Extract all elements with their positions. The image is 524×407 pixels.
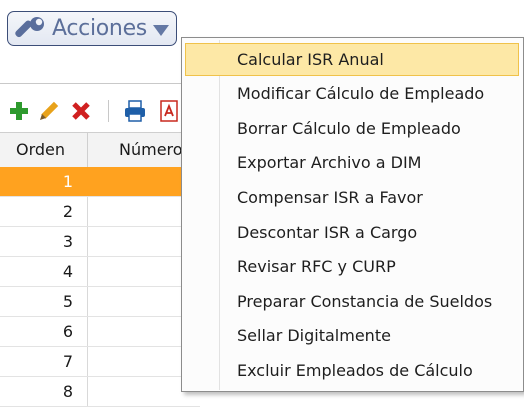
edit-icon[interactable] bbox=[38, 100, 60, 122]
row-order-cell: 3 bbox=[0, 227, 88, 256]
acciones-button[interactable]: Acciones bbox=[7, 11, 177, 46]
menu-item-modificar-calculo[interactable]: Modificar Cálculo de Empleado bbox=[185, 77, 519, 110]
menu-item-exportar-dim[interactable]: Exportar Archivo a DIM bbox=[185, 146, 519, 179]
column-header-numero[interactable]: Número bbox=[88, 133, 183, 167]
table-row[interactable]: 7 bbox=[0, 347, 200, 377]
acciones-label: Acciones bbox=[52, 16, 147, 41]
menu-item-borrar-calculo[interactable]: Borrar Cálculo de Empleado bbox=[185, 112, 519, 145]
menu-item-preparar-constancia[interactable]: Preparar Constancia de Sueldos bbox=[185, 285, 519, 318]
table-row[interactable]: 2 bbox=[0, 197, 200, 227]
add-icon[interactable] bbox=[8, 100, 30, 122]
table-row[interactable]: 6 bbox=[0, 317, 200, 347]
row-order-cell: 2 bbox=[0, 197, 88, 226]
table-row[interactable]: 5 bbox=[0, 287, 200, 317]
menu-item-descontar-isr[interactable]: Descontar ISR a Cargo bbox=[185, 216, 519, 249]
toolbar-separator bbox=[108, 100, 109, 122]
delete-icon[interactable] bbox=[70, 100, 92, 122]
table-row[interactable]: 4 bbox=[0, 257, 200, 287]
menu-item-excluir-empleados[interactable]: Excluir Empleados de Cálculo bbox=[185, 354, 519, 387]
acciones-menu: Calcular ISR Anual Modificar Cálculo de … bbox=[181, 37, 524, 392]
menu-item-sellar-digitalmente[interactable]: Sellar Digitalmente bbox=[185, 319, 519, 352]
column-header-orden[interactable]: Orden bbox=[0, 133, 88, 167]
pdf-icon[interactable] bbox=[158, 100, 180, 122]
menu-item-calcular-isr-anual[interactable]: Calcular ISR Anual bbox=[185, 43, 519, 76]
wrench-icon bbox=[15, 16, 44, 37]
table-row[interactable]: 8 bbox=[0, 377, 200, 407]
table-row[interactable]: 3 bbox=[0, 227, 200, 257]
row-order-cell: 7 bbox=[0, 347, 88, 376]
toolbar bbox=[0, 94, 200, 128]
menu-item-compensar-isr[interactable]: Compensar ISR a Favor bbox=[185, 181, 519, 214]
print-icon[interactable] bbox=[124, 100, 146, 122]
row-order-cell: 4 bbox=[0, 257, 88, 286]
row-order-cell: 5 bbox=[0, 287, 88, 316]
chevron-down-icon bbox=[152, 24, 169, 36]
grid-header: Orden Número bbox=[0, 132, 200, 168]
table-row[interactable]: 1 bbox=[0, 167, 200, 197]
menu-item-revisar-rfc-curp[interactable]: Revisar RFC y CURP bbox=[185, 250, 519, 283]
row-order-cell: 1 bbox=[0, 167, 88, 196]
row-order-cell: 6 bbox=[0, 317, 88, 346]
